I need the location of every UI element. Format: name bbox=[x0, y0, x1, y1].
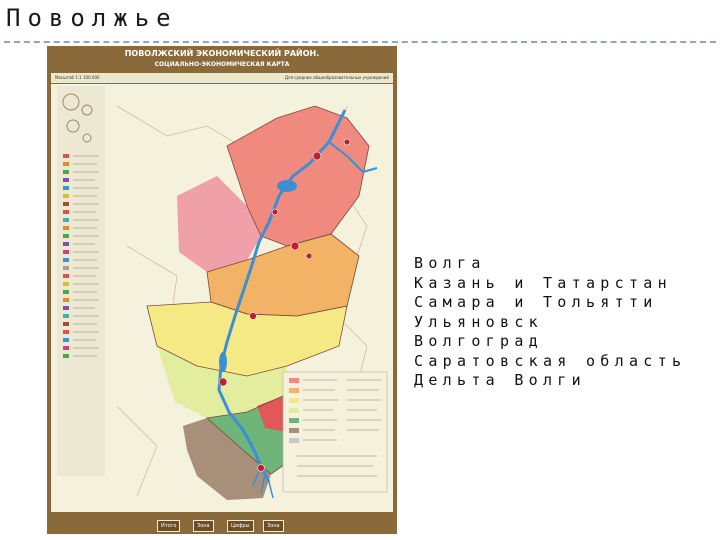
map-footer-button-3[interactable]: Цифры bbox=[227, 520, 254, 532]
places-list: Волга Казань и Татарстан Самара и Тольят… bbox=[414, 254, 686, 391]
map-scale-strip: Масштаб 1:1 100 000 Для средних общеобра… bbox=[51, 73, 393, 83]
map-footer-button-4[interactable]: Зона bbox=[263, 520, 284, 532]
title-divider bbox=[4, 41, 716, 43]
map-subtitle: СОЦИАЛЬНО-ЭКОНОМИЧЕСКАЯ КАРТА bbox=[154, 61, 290, 68]
kuibyshev-reservoir bbox=[277, 180, 297, 192]
map-title: ПОВОЛЖСКИЙ ЭКОНОМИЧЕСКИЙ РАЙОН. bbox=[124, 49, 320, 58]
map-audience: Для средних общеобразовательных учрежден… bbox=[284, 75, 389, 80]
place-saratov-oblast: Саратовская область bbox=[414, 351, 687, 370]
map-canvas bbox=[51, 84, 393, 512]
legend-column bbox=[57, 86, 105, 476]
map-footer: Итого Зона Цифры Зона bbox=[51, 512, 393, 532]
place-volga-delta: Дельта Волги bbox=[414, 371, 586, 389]
slide-title: Поволжье bbox=[6, 4, 178, 32]
map-footer-button-1[interactable]: Итого bbox=[157, 520, 181, 532]
map-footer-button-2[interactable]: Зона bbox=[193, 520, 214, 532]
map-scale: Масштаб 1:1 100 000 bbox=[55, 75, 100, 80]
place-volgograd: Волгоград bbox=[414, 332, 543, 350]
volgograd-reservoir bbox=[219, 352, 227, 372]
place-volga: Волга bbox=[414, 254, 486, 272]
economic-map: ПОВОЛЖСКИЙ ЭКОНОМИЧЕСКИЙ РАЙОН. СОЦИАЛЬН… bbox=[47, 46, 397, 534]
place-ulyanovsk: Ульяновск bbox=[414, 312, 543, 331]
place-samara-togliatti: Самара и Тольятти bbox=[414, 293, 658, 311]
map-header: ПОВОЛЖСКИЙ ЭКОНОМИЧЕСКИЙ РАЙОН. СОЦИАЛЬН… bbox=[47, 46, 397, 72]
place-kazan-tatarstan: Казань и Татарстан bbox=[414, 273, 672, 292]
